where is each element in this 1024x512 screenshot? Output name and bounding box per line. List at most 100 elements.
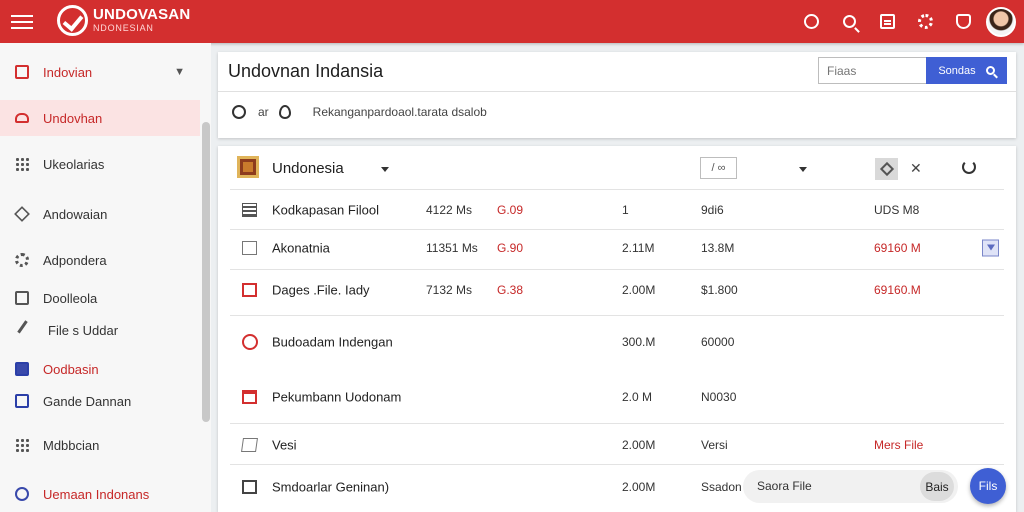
row-value: $1.800 (701, 283, 738, 297)
row-dropdown-checkbox[interactable] (982, 239, 999, 257)
box-icon (15, 291, 29, 305)
document-icon[interactable] (868, 0, 906, 43)
settings-icon[interactable] (906, 0, 944, 43)
row-name: Vesi (272, 437, 297, 453)
table-row[interactable]: Dages .File. Iady 7132 Ms G.38 2.00M $1.… (218, 271, 1016, 309)
gear-icon (15, 253, 29, 267)
base-button-label: Bais (925, 479, 949, 494)
sidebar-scrollbar[interactable] (202, 122, 210, 422)
search-icon (985, 66, 995, 75)
sidebar-item-uemaan-indonans[interactable]: Uemaan Indonans (0, 476, 200, 512)
menu-icon[interactable] (11, 11, 33, 31)
sidebar-item-mdbbcian[interactable]: Mdbbcian (0, 427, 200, 463)
filter-button[interactable]: / ∞ (700, 157, 737, 179)
sidebar-item-doolleola[interactable]: Doolleola (0, 280, 200, 316)
logo-icon (57, 5, 88, 36)
sidebar-item-indovian[interactable]: Indovian ▼ (0, 54, 200, 90)
pen-icon (17, 320, 37, 340)
row-value: Versi (701, 438, 728, 452)
row-count: 2.00M (622, 480, 656, 494)
chevron-down-icon[interactable] (799, 167, 807, 172)
base-button[interactable]: Bais (920, 472, 954, 501)
sidebar-item-gande-dannan[interactable]: Gande Dannan (0, 383, 200, 419)
search-icon[interactable] (830, 0, 868, 43)
table-row[interactable]: Vesi 2.00M Versi Mers File (218, 426, 1016, 464)
sidebar: Indovian ▼ Undovhan Ukeolarias Andowaian… (0, 43, 211, 512)
page-title: Undovnan Indansia (228, 61, 384, 81)
header-subbar: ar Rekanganpardoaol.tarata dsalob (232, 105, 487, 119)
drop-icon[interactable] (278, 105, 291, 119)
file-search-placeholder: Saora File (757, 479, 812, 493)
row-value: 60000 (701, 335, 735, 349)
table-title[interactable]: Undonesia (272, 160, 344, 177)
car-icon (15, 113, 29, 123)
sidebar-item-label: Gande Dannan (43, 393, 132, 409)
subbar-text: Rekanganpardoaol.tarata dsalob (312, 105, 487, 119)
row-value: Ssadon (701, 480, 742, 494)
circle-icon[interactable] (232, 105, 246, 119)
sidebar-item-label: Oodbasin (43, 361, 99, 377)
row-divider (230, 464, 1004, 465)
row-name: Akonatnia (272, 240, 330, 256)
chevron-down-icon[interactable] (381, 167, 389, 172)
sidebar-item-label: File s Uddar (48, 322, 119, 338)
sidebar-item-undovhan[interactable]: Undovhan (0, 100, 200, 136)
table-row[interactable]: Akonatnia 11351 Ms G.90 2.11M 13.8M 6916… (218, 229, 1016, 267)
shield-icon[interactable] (944, 0, 982, 43)
row-count: 2.11M (622, 241, 655, 255)
row-count: 2.0 M (622, 390, 653, 404)
square-icon (242, 283, 257, 297)
row-status: 69160 M (874, 241, 921, 255)
row-status: Mers File (874, 438, 924, 452)
row-code: G.38 (497, 283, 524, 297)
row-divider (230, 315, 1004, 316)
table-row[interactable]: Kodkapasan Filool 4122 Ms G.09 1 9di6 UD… (218, 191, 1016, 229)
grid-icon (15, 438, 29, 452)
file-icon (242, 241, 257, 255)
sidebar-item-label: Doolleola (43, 290, 98, 306)
file-search-field[interactable]: Saora File Bais (743, 470, 958, 503)
row-divider (230, 423, 1004, 424)
page-header-card: Undovnan Indansia Sondas ar Rekanganpard… (218, 52, 1016, 138)
row-name: Kodkapasan Filool (272, 202, 379, 218)
sidebar-item-ukeolarias[interactable]: Ukeolarias (0, 146, 200, 182)
chevron-down-icon[interactable]: ▼ (174, 66, 185, 78)
row-count: 300.M (622, 335, 656, 349)
sidebar-item-oodbasin[interactable]: Oodbasin (0, 351, 200, 387)
row-value: N0030 (701, 390, 737, 404)
clock-icon (242, 334, 258, 350)
close-icon[interactable]: ✕ (910, 160, 922, 177)
brand-name: UNDOVASAN (93, 6, 191, 23)
link-icon: ∞ (717, 162, 726, 174)
row-name: Budoadam Indengan (272, 334, 393, 350)
row-code: G.90 (497, 241, 524, 255)
sidebar-item-files-uddar[interactable]: File s Uddar (0, 312, 200, 348)
sidebar-item-label: Uemaan Indonans (43, 486, 150, 502)
search-button[interactable]: Sondas (926, 57, 1007, 84)
sidebar-item-label: Undovhan (43, 110, 103, 126)
sidebar-item-label: Adpondera (43, 252, 107, 268)
user-icon (15, 394, 29, 408)
row-size: 4122 Ms (426, 203, 473, 217)
sidebar-item-andowaian[interactable]: Andowaian (0, 196, 200, 232)
row-value: 9di6 (701, 203, 724, 217)
view-toggle-button[interactable] (875, 158, 898, 180)
search-input[interactable] (818, 57, 926, 84)
row-status: UDS M8 (874, 203, 920, 217)
help-icon[interactable] (792, 0, 830, 43)
folder-icon (237, 156, 259, 178)
table-row[interactable]: Pekumbann Uodonam 2.0 M N0030 (218, 378, 1016, 416)
sidebar-item-label: Mdbbcian (43, 437, 100, 453)
filter-label: / (711, 162, 715, 174)
sidebar-item-label: Indovian (43, 64, 93, 80)
row-count: 2.00M (622, 438, 656, 452)
row-name: Pekumbann Uodonam (272, 389, 402, 405)
refresh-icon[interactable] (962, 160, 976, 174)
avatar[interactable] (986, 6, 1016, 37)
table-row[interactable]: Budoadam Indengan 300.M 60000 (218, 323, 1016, 361)
sidebar-item-label: Ukeolarias (43, 156, 105, 172)
top-actions (792, 0, 1024, 43)
sidebar-item-adpondera[interactable]: Adpondera (0, 242, 200, 278)
grid-icon (15, 65, 29, 79)
files-fab-button[interactable]: Fils (970, 468, 1006, 504)
